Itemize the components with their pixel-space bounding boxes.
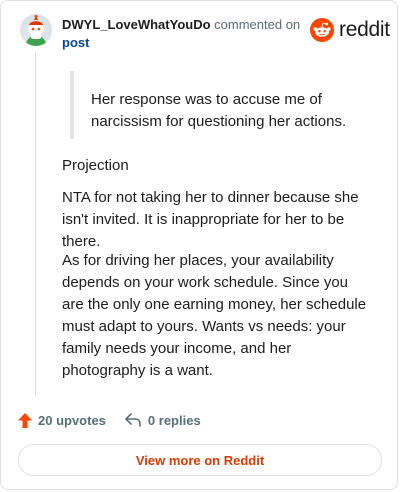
reddit-logo-icon bbox=[310, 18, 334, 42]
comment-footer: 20 upvotes 0 replies bbox=[18, 409, 201, 431]
comment-paragraph: As for driving her places, your availabi… bbox=[62, 252, 367, 379]
reddit-comment-card: DWYL_LoveWhatYouDo commented on post red… bbox=[0, 0, 398, 490]
quote-bar bbox=[70, 71, 74, 139]
reddit-wordmark: reddit bbox=[339, 18, 390, 41]
quoted-text: Her response was to accuse me of narciss… bbox=[91, 91, 347, 130]
snoo-avatar-icon bbox=[20, 14, 52, 46]
comment-paragraph: NTA for not taking her to dinner because… bbox=[62, 189, 359, 250]
comment-paragraph: Projection bbox=[62, 157, 129, 174]
upvote-arrow-icon[interactable] bbox=[18, 412, 32, 428]
post-link[interactable]: post bbox=[62, 35, 89, 50]
comment-header: DWYL_LoveWhatYouDo commented on bbox=[62, 17, 300, 32]
reddit-brand-link[interactable]: reddit bbox=[310, 18, 390, 42]
reply-arrow-icon[interactable] bbox=[125, 413, 141, 427]
commented-on-label: commented on bbox=[214, 17, 301, 32]
reply-count[interactable]: 0 replies bbox=[148, 413, 201, 428]
view-more-button[interactable]: View more on Reddit bbox=[18, 444, 382, 476]
thread-line bbox=[35, 53, 36, 395]
username-link[interactable]: DWYL_LoveWhatYouDo bbox=[62, 17, 211, 32]
upvote-count: 20 upvotes bbox=[38, 412, 106, 428]
user-avatar[interactable] bbox=[20, 14, 52, 46]
